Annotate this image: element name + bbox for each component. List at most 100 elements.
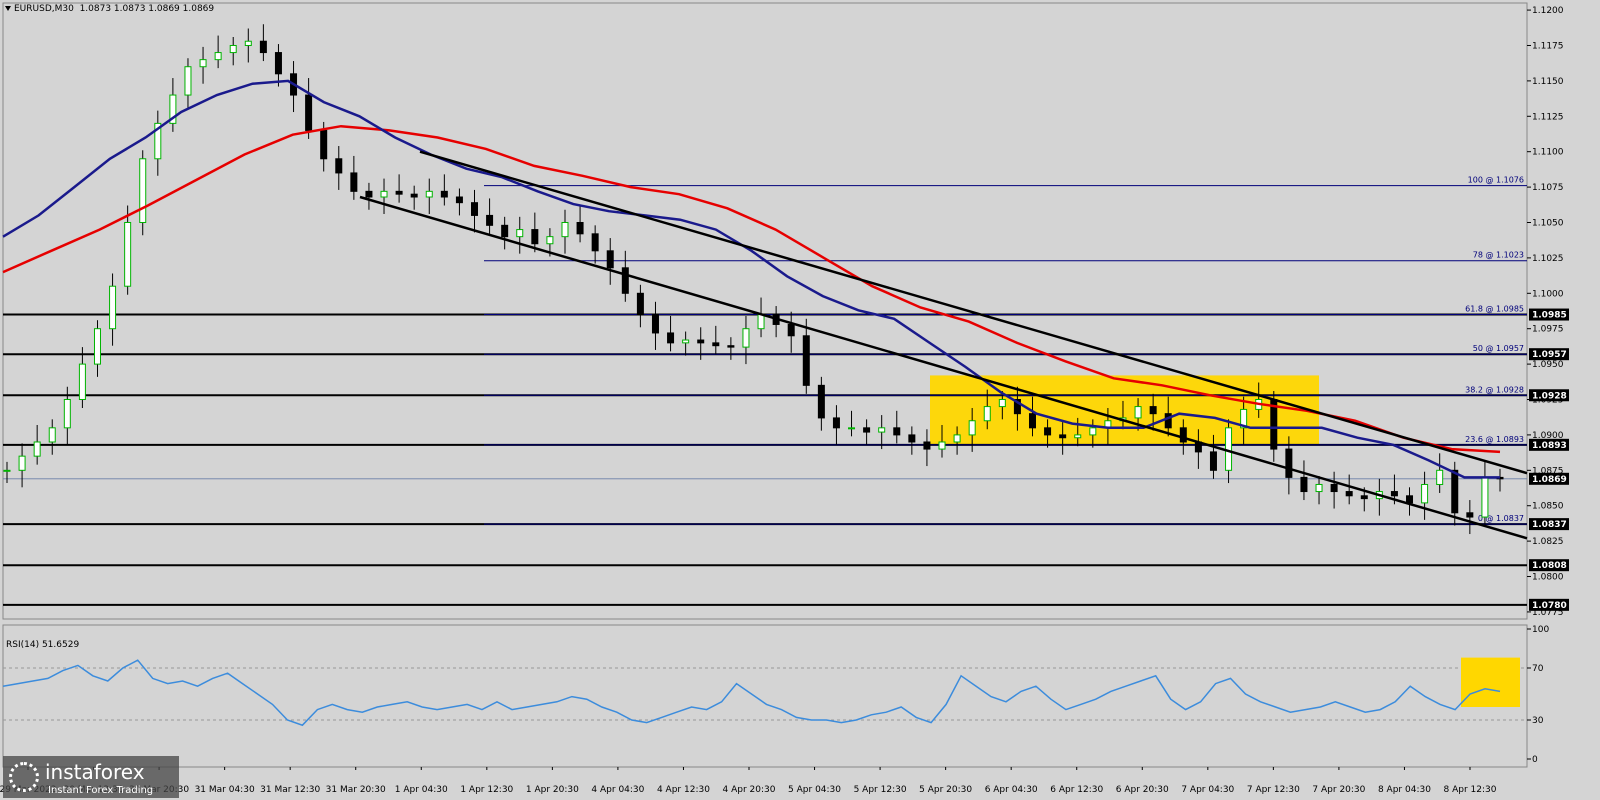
time-axis-label: 8 Apr 04:30 (1378, 785, 1431, 795)
time-axis-label: 31 Mar 04:30 (195, 785, 255, 795)
candle (1451, 469, 1459, 514)
candle (139, 158, 147, 223)
candle (320, 129, 328, 160)
candle (727, 345, 735, 348)
logo-slogan: Instant Forex Trading (48, 785, 154, 796)
candle (938, 441, 946, 450)
candle (214, 52, 222, 61)
candle (636, 292, 644, 316)
time-axis-label: 6 Apr 04:30 (985, 785, 1038, 795)
candle (109, 285, 117, 330)
level-price-tag-label: 1.0893 (1532, 441, 1567, 451)
candle (998, 399, 1006, 408)
time-axis-label: 1 Apr 20:30 (526, 785, 579, 795)
candle (621, 267, 629, 294)
candle (802, 335, 810, 386)
candle (184, 66, 192, 96)
time-axis-label: 7 Apr 04:30 (1181, 785, 1234, 795)
candle (471, 202, 479, 216)
candle (365, 190, 373, 198)
level-price-tag-label: 1.0780 (1532, 601, 1567, 611)
candle (1330, 483, 1338, 493)
candle (923, 441, 931, 450)
candle (712, 342, 720, 347)
price-axis-tick-label: 1.1175 (1532, 41, 1564, 51)
candle (908, 434, 916, 443)
candle (953, 434, 961, 443)
candle (486, 214, 494, 226)
candle (1134, 406, 1142, 419)
time-axis-label: 4 Apr 04:30 (591, 785, 644, 795)
price-axis-tick-label: 1.0825 (1532, 537, 1564, 547)
price-axis-tick-label: 1.1100 (1532, 148, 1564, 158)
time-axis-label: 4 Apr 12:30 (657, 785, 710, 795)
candle (968, 420, 976, 436)
rsi-pane (2, 624, 1528, 768)
time-axis-label: 31 Mar 20:30 (326, 785, 386, 795)
candle (651, 314, 659, 334)
candle (742, 328, 750, 348)
candle (78, 363, 86, 401)
candle (863, 427, 871, 433)
candle (1179, 427, 1187, 443)
candle (395, 190, 403, 195)
candle (1059, 434, 1067, 439)
price-axis-tick-label: 1.0975 (1532, 325, 1564, 335)
candle (1285, 448, 1293, 478)
candle (455, 196, 463, 204)
candle (350, 172, 358, 192)
level-price-tag-label: 1.0928 (1532, 391, 1567, 401)
price-axis-tick-label: 1.1150 (1532, 77, 1564, 87)
candle (274, 52, 282, 75)
candle (878, 427, 886, 433)
candle (229, 44, 237, 54)
candle (199, 59, 207, 68)
candle (1466, 512, 1474, 518)
candle (244, 40, 252, 46)
price-axis-tick-label: 1.1200 (1532, 6, 1564, 16)
candle (124, 221, 132, 287)
fib-label: 100 @ 1.1076 (1468, 176, 1524, 185)
time-axis-label: 5 Apr 20:30 (919, 785, 972, 795)
candle (1164, 413, 1172, 429)
price-pane (2, 2, 1528, 620)
time-axis-label: 1 Apr 04:30 (395, 785, 448, 795)
time-axis-label: 7 Apr 12:30 (1247, 785, 1300, 795)
candle (501, 224, 509, 238)
price-chart[interactable]: 1.1200 1.1175 1.1150 1.1125 1.1100 1.1075 1.10… (0, 0, 1600, 800)
fib-label: 38.2 @ 1.0928 (1465, 385, 1524, 394)
candle (1390, 491, 1398, 497)
candle (93, 328, 101, 365)
fib-label: 50 @ 1.0957 (1473, 344, 1524, 353)
candle (1345, 491, 1353, 497)
candle (305, 94, 313, 131)
candle (1315, 483, 1323, 493)
candle (1225, 427, 1233, 471)
candle (848, 427, 856, 430)
time-axis-label: 8 Apr 12:30 (1444, 785, 1497, 795)
price-axis-tick-label: 1.1125 (1532, 112, 1564, 122)
candle (893, 427, 901, 436)
fib-label: 61.8 @ 1.0985 (1465, 305, 1524, 314)
fib-label: 78 @ 1.1023 (1473, 251, 1524, 260)
candle (546, 236, 554, 245)
candle (63, 399, 71, 429)
time-axis-label: 4 Apr 20:30 (723, 785, 776, 795)
candle (48, 427, 56, 443)
rsi-axis-tick-label: 100 (1532, 625, 1549, 635)
chart-header: EURUSD,M30 1.0873 1.0873 1.0869 1.0869 (5, 4, 214, 14)
candle (697, 339, 705, 344)
candle (682, 339, 690, 344)
candle (531, 229, 539, 245)
candle (1406, 495, 1414, 504)
price-axis-tick-label: 1.0800 (1532, 573, 1564, 583)
candle (606, 250, 614, 269)
fib-label: 23.6 @ 1.0893 (1465, 435, 1524, 444)
candle (33, 441, 41, 457)
candle (1209, 451, 1217, 471)
candle (1360, 495, 1368, 500)
rsi-axis-tick-label: 70 (1532, 664, 1544, 674)
candle (1149, 406, 1157, 415)
candle (1089, 427, 1097, 436)
triangle-down-icon[interactable] (5, 6, 11, 11)
